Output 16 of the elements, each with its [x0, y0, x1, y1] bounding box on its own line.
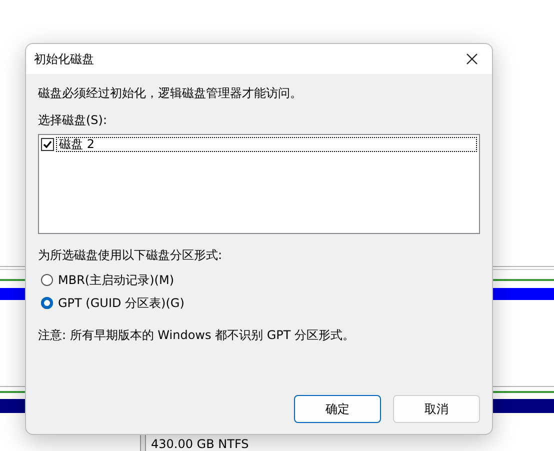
radio-label[interactable]: MBR(主启动记录)(M): [58, 272, 174, 288]
disk-item[interactable]: 磁盘 2: [56, 137, 477, 152]
radio-label[interactable]: GPT (GUID 分区表)(G): [58, 295, 184, 311]
window-title: 初始化磁盘: [34, 50, 94, 68]
ok-button[interactable]: 确定: [294, 395, 381, 423]
disk-list-label: 选择磁盘(S):: [38, 112, 108, 128]
message-text: 磁盘必须经过初始化，逻辑磁盘管理器才能访问。: [38, 85, 303, 101]
volume-info: 430.00 GB NTFS: [151, 437, 249, 451]
cancel-button[interactable]: 取消: [393, 395, 480, 423]
checkbox[interactable]: [41, 138, 54, 151]
radio-button[interactable]: [41, 274, 53, 286]
note-text: 注意: 所有早期版本的 Windows 都不识别 GPT 分区形式。: [38, 327, 356, 343]
close-icon: [466, 53, 478, 65]
radio-button[interactable]: [41, 297, 53, 309]
disk-list[interactable]: 磁盘 2: [38, 134, 480, 234]
partition-style-label: 为所选磁盘使用以下磁盘分区形式:: [38, 247, 224, 263]
